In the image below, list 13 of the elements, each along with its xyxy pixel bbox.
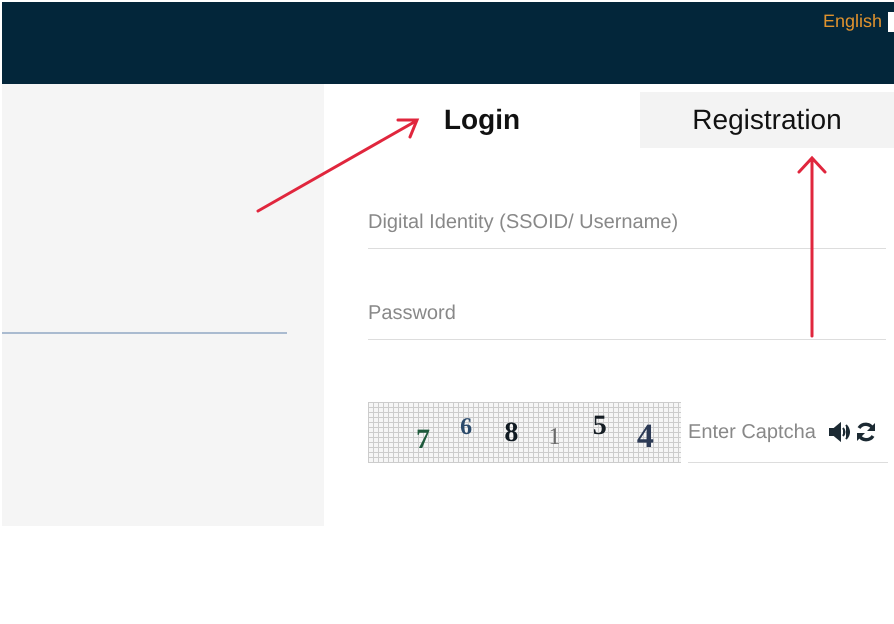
captcha-field[interactable]: Enter Captcha — [688, 420, 826, 444]
language-link[interactable]: English — [822, 11, 882, 32]
captcha-digit: 8 — [504, 416, 520, 448]
captcha-digit: 1 — [548, 424, 562, 451]
captcha-digit: 7 — [416, 424, 431, 456]
captcha-digit: 6 — [460, 414, 474, 441]
tab[interactable]: Registration — [640, 92, 894, 148]
captcha-digit: 4 — [636, 418, 655, 456]
speaker-icon[interactable] — [828, 420, 852, 444]
username-field[interactable]: Digital Identity (SSOID/ Username) — [368, 196, 886, 249]
captcha-digit: 5 — [592, 410, 608, 442]
refresh-icon[interactable] — [854, 420, 878, 444]
password-field[interactable]: Password — [368, 287, 886, 340]
